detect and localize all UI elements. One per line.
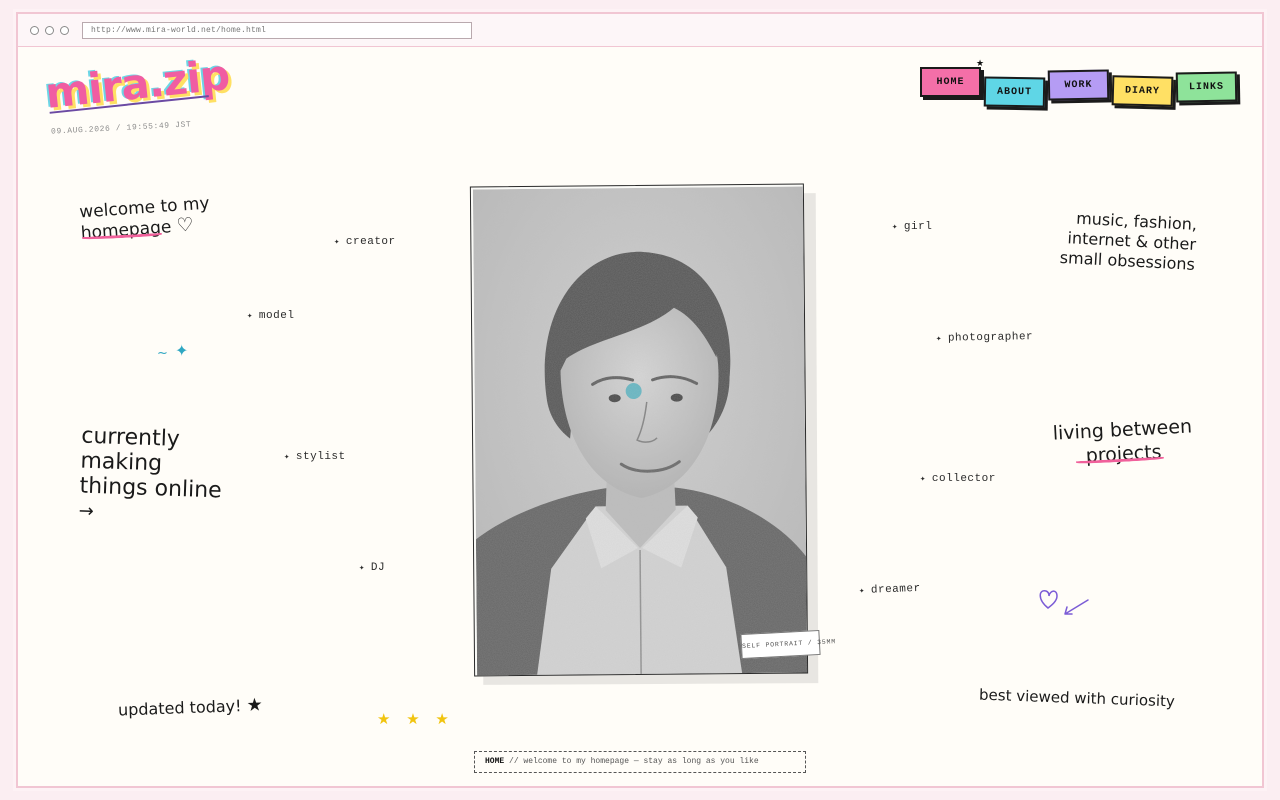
sparkle-icon: ✦	[935, 333, 943, 344]
footer-message: // welcome to my homepage — stay as long…	[509, 757, 759, 766]
photo-caption: SELF PORTRAIT / 35MM	[740, 629, 836, 660]
nav-diary-button[interactable]: DIARY	[1111, 75, 1174, 107]
footer-current-page: HOME	[485, 757, 505, 766]
portrait-illustration	[472, 186, 808, 676]
sparkle-icon: ✦	[284, 452, 290, 462]
currently-line-3: things online	[79, 473, 223, 504]
heart-icon: ♡	[175, 213, 195, 237]
currently-note: currently making things online →	[78, 424, 224, 529]
star-icon: ★	[976, 58, 985, 68]
arrow-right-icon: →	[78, 500, 95, 523]
self-portrait-photo[interactable]	[469, 183, 809, 677]
window-close-dot[interactable]	[30, 26, 39, 35]
updated-text: updated today!	[117, 696, 242, 720]
sparkle-icon: ✦	[892, 222, 898, 232]
role-label: ✦ dreamer	[858, 582, 921, 597]
role-label: ✦ model	[247, 310, 295, 322]
role-label: ✦ DJ	[359, 562, 386, 574]
browser-titlebar: http://www.mira-world.net/home.html	[18, 14, 1262, 47]
purple-arrow-icon	[1064, 599, 1089, 615]
sparkle-icon: ✦	[858, 585, 866, 597]
role-label: ✦ photographer	[935, 331, 1034, 345]
teal-squiggle-icon: ~	[157, 346, 168, 361]
role-label: ✦ girl	[892, 221, 933, 233]
role-label: ✦ collector	[920, 473, 996, 485]
nav-links-button[interactable]: LINKS	[1175, 71, 1238, 103]
role-label: ✦ stylist	[284, 451, 346, 463]
footer-status-bar: HOME // welcome to my homepage — stay as…	[474, 751, 806, 773]
sparkle-icon: ✦	[247, 311, 253, 321]
yellow-stars-decoration: ★ ★ ★	[377, 712, 455, 728]
nav-work-button[interactable]: WORK	[1047, 69, 1110, 101]
music-note: music, fashion, internet & other small o…	[1045, 207, 1197, 275]
black-star-icon: ★	[246, 694, 264, 717]
teal-star-icon: ✦	[175, 341, 189, 360]
window-minimize-dot[interactable]	[45, 26, 54, 35]
sparkle-icon: ✦	[920, 474, 926, 484]
role-label: ✦ creator	[334, 236, 396, 248]
window-maximize-dot[interactable]	[60, 26, 69, 35]
sparkle-icon: ✦	[359, 563, 365, 573]
nav-about-button[interactable]: ABOUT	[983, 76, 1046, 108]
sparkle-icon: ✦	[334, 237, 340, 247]
nav-home-button[interactable]: HOME	[920, 67, 981, 97]
purple-heart-icon	[1039, 590, 1058, 609]
purple-heart-arrow-doodle	[1039, 590, 1089, 615]
address-bar[interactable]: http://www.mira-world.net/home.html	[82, 22, 472, 39]
